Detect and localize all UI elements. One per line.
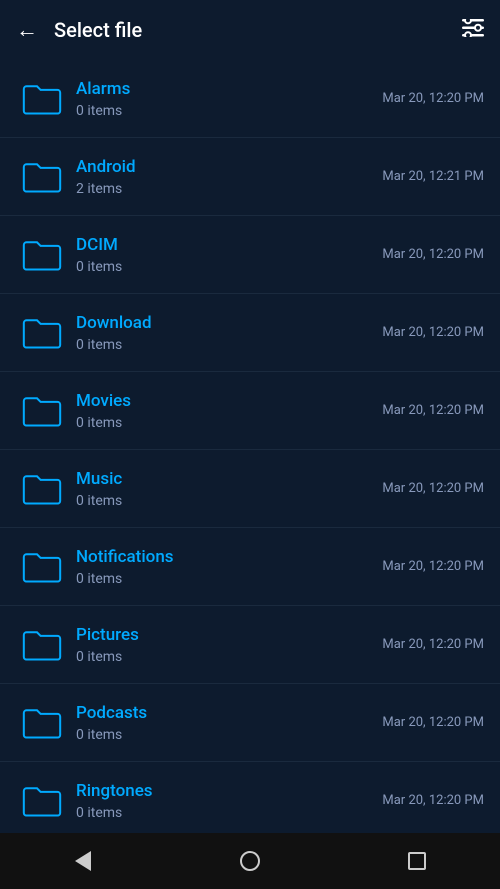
folder-count: 0 items [76,415,382,431]
list-item[interactable]: Notifications 0 items Mar 20, 12:20 PM [0,528,500,606]
folder-date: Mar 20, 12:20 PM [382,247,484,262]
folder-count: 2 items [76,181,382,197]
file-info: Notifications 0 items [68,547,382,587]
file-info: Music 0 items [68,469,382,509]
file-info: Android 2 items [68,157,382,197]
folder-date: Mar 20, 12:20 PM [382,91,484,106]
folder-count: 0 items [76,103,382,119]
folder-date: Mar 20, 12:20 PM [382,715,484,730]
list-item[interactable]: Pictures 0 items Mar 20, 12:20 PM [0,606,500,684]
folder-date: Mar 20, 12:20 PM [382,403,484,418]
folder-name: Download [76,313,382,333]
file-info: DCIM 0 items [68,235,382,275]
folder-icon [16,473,68,505]
folder-count: 0 items [76,571,382,587]
list-item[interactable]: Podcasts 0 items Mar 20, 12:20 PM [0,684,500,762]
folder-count: 0 items [76,727,382,743]
list-item[interactable]: Movies 0 items Mar 20, 12:20 PM [0,372,500,450]
folder-icon [16,239,68,271]
nav-back-button[interactable] [59,837,107,885]
list-item[interactable]: DCIM 0 items Mar 20, 12:20 PM [0,216,500,294]
folder-icon [16,629,68,661]
folder-count: 0 items [76,649,382,665]
filter-button[interactable] [462,18,484,42]
file-info: Download 0 items [68,313,382,353]
folder-icon [16,707,68,739]
folder-name: Alarms [76,79,382,99]
folder-name: Podcasts [76,703,382,723]
folder-date: Mar 20, 12:20 PM [382,559,484,574]
list-item[interactable]: Alarms 0 items Mar 20, 12:20 PM [0,60,500,138]
folder-date: Mar 20, 12:20 PM [382,481,484,496]
page-title: Select file [54,18,142,42]
list-item[interactable]: Music 0 items Mar 20, 12:20 PM [0,450,500,528]
file-info: Pictures 0 items [68,625,382,665]
folder-name: Notifications [76,547,382,567]
back-button[interactable]: ← [16,17,38,43]
folder-name: Ringtones [76,781,382,801]
folder-name: Pictures [76,625,382,645]
folder-icon [16,317,68,349]
folder-icon [16,83,68,115]
folder-icon [16,785,68,817]
nav-recents-button[interactable] [393,837,441,885]
folder-count: 0 items [76,805,382,821]
folder-name: Movies [76,391,382,411]
folder-name: Android [76,157,382,177]
list-item[interactable]: Download 0 items Mar 20, 12:20 PM [0,294,500,372]
file-info: Podcasts 0 items [68,703,382,743]
folder-name: Music [76,469,382,489]
folder-icon [16,395,68,427]
folder-count: 0 items [76,259,382,275]
header-left: ← Select file [16,17,142,43]
folder-date: Mar 20, 12:20 PM [382,793,484,808]
file-info: Alarms 0 items [68,79,382,119]
nav-home-button[interactable] [226,837,274,885]
file-list: Alarms 0 items Mar 20, 12:20 PM Android … [0,60,500,833]
folder-name: DCIM [76,235,382,255]
folder-icon [16,551,68,583]
folder-count: 0 items [76,337,382,353]
list-item[interactable]: Android 2 items Mar 20, 12:21 PM [0,138,500,216]
app-header: ← Select file [0,0,500,60]
file-info: Movies 0 items [68,391,382,431]
navigation-bar [0,833,500,889]
file-info: Ringtones 0 items [68,781,382,821]
folder-count: 0 items [76,493,382,509]
list-item[interactable]: Ringtones 0 items Mar 20, 12:20 PM [0,762,500,833]
folder-icon [16,161,68,193]
folder-date: Mar 20, 12:20 PM [382,637,484,652]
folder-date: Mar 20, 12:21 PM [382,169,484,184]
folder-date: Mar 20, 12:20 PM [382,325,484,340]
